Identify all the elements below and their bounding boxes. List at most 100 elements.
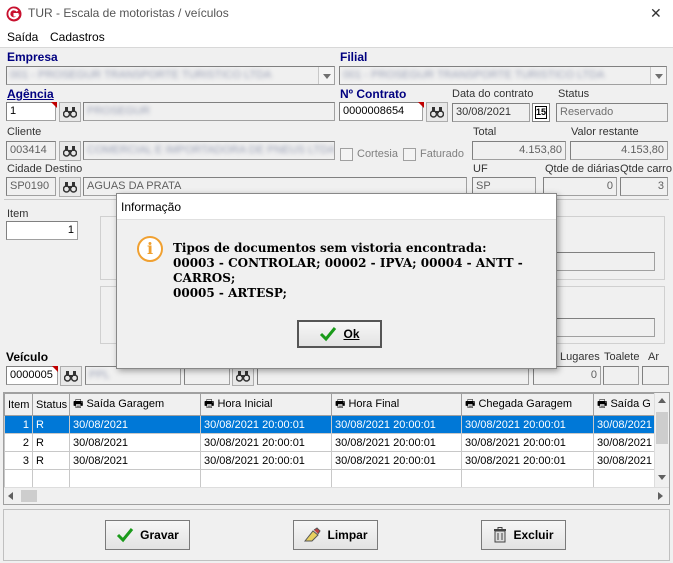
menu-item-saida[interactable]: Saída bbox=[7, 30, 38, 44]
limpar-label: Limpar bbox=[327, 528, 368, 542]
agencia-input[interactable]: 1 bbox=[6, 102, 56, 121]
faturado-checkbox[interactable] bbox=[403, 148, 416, 161]
binoculars-icon bbox=[63, 182, 77, 193]
qtde-carros-label: Qtde carro bbox=[620, 163, 672, 175]
grid-cell[interactable]: R bbox=[32, 415, 70, 434]
contrato-label: Nº Contrato bbox=[340, 87, 407, 101]
grid-header-chegada-garagem[interactable]: 🖶 Chegada Garagem bbox=[461, 393, 594, 416]
required-marker bbox=[418, 102, 424, 108]
calendar-button[interactable]: 15 bbox=[532, 103, 550, 122]
grid-cell[interactable] bbox=[4, 469, 33, 488]
grid-cell[interactable] bbox=[32, 469, 70, 488]
table-row[interactable]: 1 R 30/08/2021 30/08/2021 20:00:01 30/08… bbox=[4, 415, 657, 434]
menu-item-cadastros[interactable]: Cadastros bbox=[50, 30, 105, 44]
grid-cell[interactable]: 30/08/2021 bbox=[593, 415, 657, 434]
gravar-button[interactable]: Gravar bbox=[105, 520, 190, 550]
uf-label: UF bbox=[473, 163, 488, 175]
ar-label: Ar bbox=[648, 351, 659, 363]
cliente-label: Cliente bbox=[7, 126, 42, 138]
contrato-input[interactable]: 0000008654 bbox=[339, 102, 423, 121]
printer-icon: 🖶 bbox=[204, 398, 215, 410]
close-icon[interactable]: ✕ bbox=[650, 5, 662, 22]
grid-header-saida-garagem[interactable]: 🖶 Saída Garagem bbox=[69, 393, 201, 416]
veiculo-search-button[interactable] bbox=[60, 366, 82, 386]
total-field: 4.153,80 bbox=[472, 141, 566, 160]
excluir-button[interactable]: Excluir bbox=[481, 520, 566, 550]
ok-button[interactable]: Ok bbox=[297, 320, 382, 348]
cidade-search-button[interactable] bbox=[59, 177, 81, 197]
printer-icon: 🖶 bbox=[597, 398, 608, 410]
grid-header-status[interactable]: Status bbox=[32, 393, 70, 416]
limpar-button[interactable]: Limpar bbox=[293, 520, 378, 550]
grid-cell[interactable] bbox=[331, 469, 462, 488]
item-input[interactable]: 1 bbox=[6, 221, 78, 240]
grid-header-item[interactable]: Item bbox=[4, 393, 33, 416]
ok-label: Ok bbox=[343, 327, 360, 341]
grid-cell[interactable]: 30/08/2021 20:00:01 bbox=[461, 415, 594, 434]
scroll-right-icon[interactable] bbox=[658, 492, 663, 500]
cliente-search-button[interactable] bbox=[59, 141, 81, 161]
binoculars-icon bbox=[430, 107, 444, 118]
grid-cell[interactable]: 30/08/2021 bbox=[69, 451, 201, 470]
grid-cell[interactable]: 30/08/2021 20:00:01 bbox=[461, 433, 594, 452]
grid-horizontal-scrollbar[interactable] bbox=[4, 487, 669, 504]
dialog-title: Informação bbox=[121, 200, 182, 214]
grid-cell[interactable]: 30/08/2021 20:00:01 bbox=[331, 451, 462, 470]
grid-cell[interactable]: 30/08/2021 20:00:01 bbox=[331, 433, 462, 452]
grid-header-chegada-garagem-label: Chegada Garagem bbox=[478, 398, 573, 410]
scroll-down-icon[interactable] bbox=[658, 475, 666, 480]
grid-cell[interactable]: 30/08/2021 20:00:01 bbox=[461, 451, 594, 470]
qtde-carros-field: 3 bbox=[620, 177, 668, 196]
vehicle-extra-field bbox=[555, 318, 655, 337]
grid-cell[interactable]: 30/08/2021 bbox=[593, 433, 657, 452]
grid-cell[interactable]: R bbox=[32, 451, 70, 470]
veiculo-name-value: PPL bbox=[89, 369, 110, 381]
valor-restante-field: 4.153,80 bbox=[570, 141, 668, 160]
data-contrato-label: Data do contrato bbox=[452, 88, 534, 100]
table-row[interactable] bbox=[4, 469, 657, 488]
cortesia-checkbox[interactable] bbox=[340, 148, 353, 161]
cliente-code-field: 003414 bbox=[6, 141, 56, 160]
table-row[interactable]: 2 R 30/08/2021 30/08/2021 20:00:01 30/08… bbox=[4, 433, 657, 452]
filial-select[interactable]: 001 - PROSEGUR TRANSPORTE TURISTICO LTDA bbox=[339, 66, 667, 85]
empresa-select[interactable]: 001 - PROSEGUR TRANSPORTE TURISTICO LTDA bbox=[6, 66, 335, 85]
grid-header-saida-g[interactable]: 🖶 Saída G bbox=[593, 393, 657, 416]
veiculo-type-search-button[interactable] bbox=[232, 366, 254, 386]
grid-cell[interactable]: 1 bbox=[4, 415, 33, 434]
grid-header-saida-garagem-label: Saída Garagem bbox=[86, 398, 165, 410]
contrato-search-button[interactable] bbox=[426, 102, 448, 122]
agencia-name-field: PROSEGUR bbox=[83, 102, 335, 121]
chevron-down-icon[interactable] bbox=[318, 67, 334, 84]
scroll-left-icon[interactable] bbox=[8, 492, 13, 500]
binoculars-icon bbox=[63, 146, 77, 157]
toalete-label: Toalete bbox=[604, 351, 640, 363]
scroll-thumb[interactable] bbox=[21, 490, 37, 502]
grid-cell[interactable]: 30/08/2021 bbox=[69, 433, 201, 452]
grid-cell[interactable]: 30/08/2021 bbox=[593, 451, 657, 470]
grid-vertical-scrollbar[interactable] bbox=[654, 393, 669, 487]
grid-cell[interactable]: 30/08/2021 20:00:01 bbox=[331, 415, 462, 434]
cidade-label: Cidade Destino bbox=[7, 163, 83, 175]
grid-cell[interactable]: 30/08/2021 bbox=[69, 415, 201, 434]
grid-cell[interactable]: 30/08/2021 20:00:01 bbox=[200, 415, 332, 434]
grid-cell[interactable] bbox=[593, 469, 657, 488]
grid-cell[interactable]: 30/08/2021 20:00:01 bbox=[200, 433, 332, 452]
grid-header-hora-inicial-label: Hora Inicial bbox=[217, 398, 273, 410]
table-row[interactable]: 3 R 30/08/2021 30/08/2021 20:00:01 30/08… bbox=[4, 451, 657, 470]
veiculo-input[interactable]: 0000005 bbox=[6, 366, 58, 385]
grid-cell[interactable]: R bbox=[32, 433, 70, 452]
grid-header-hora-final[interactable]: 🖶 Hora Final bbox=[331, 393, 462, 416]
grid-cell[interactable]: 30/08/2021 20:00:01 bbox=[200, 451, 332, 470]
grid-cell[interactable] bbox=[200, 469, 332, 488]
agencia-search-button[interactable] bbox=[59, 102, 81, 122]
grid-cell[interactable]: 2 bbox=[4, 433, 33, 452]
grid-header-hora-inicial[interactable]: 🖶 Hora Inicial bbox=[200, 393, 332, 416]
grid-cell[interactable]: 3 bbox=[4, 451, 33, 470]
scroll-up-icon[interactable] bbox=[658, 398, 666, 403]
grid-cell[interactable] bbox=[461, 469, 594, 488]
dialog-title-bar: Informação bbox=[117, 194, 556, 220]
chevron-down-icon[interactable] bbox=[650, 67, 666, 84]
scroll-thumb[interactable] bbox=[656, 412, 668, 444]
lugares-label: Lugares bbox=[560, 351, 600, 363]
grid-cell[interactable] bbox=[69, 469, 201, 488]
